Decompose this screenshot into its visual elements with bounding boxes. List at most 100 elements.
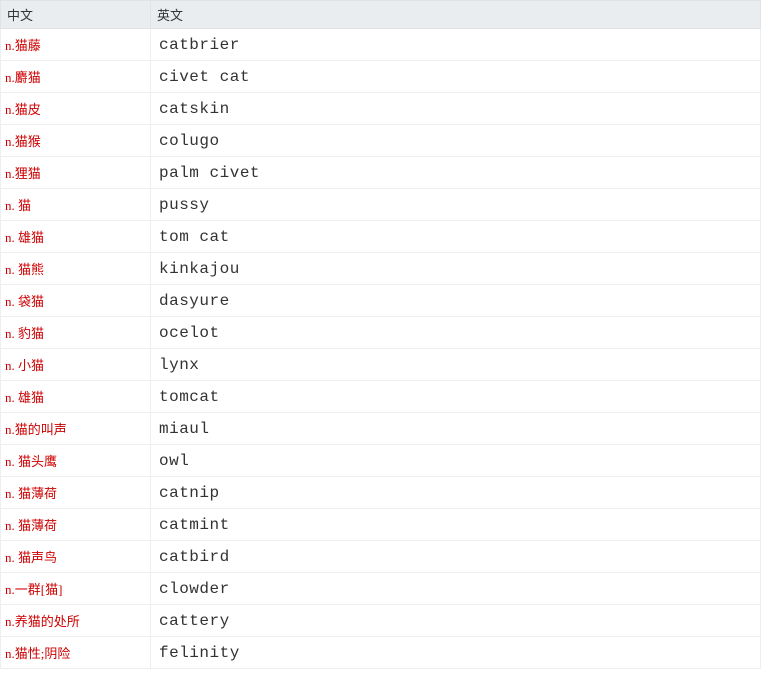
english-cell: cattery [151,605,761,637]
chinese-word: 雄猫 [15,230,44,245]
table-row: n.一群[猫]clowder [1,573,761,605]
chinese-word: 猫声鸟 [15,550,57,565]
english-cell: catbird [151,541,761,573]
part-of-speech: n. [5,70,15,85]
chinese-cell: n.养猫的处所 [1,605,151,637]
chinese-cell: n. 雄猫 [1,221,151,253]
part-of-speech: n. [5,518,15,533]
chinese-word: 袋猫 [15,294,44,309]
english-cell: catskin [151,93,761,125]
english-cell: catmint [151,509,761,541]
chinese-word: 猫猴 [15,134,41,149]
chinese-word: 猫性;阴险 [15,646,71,661]
english-cell: catbrier [151,29,761,61]
chinese-word: 雄猫 [15,390,44,405]
english-cell: pussy [151,189,761,221]
part-of-speech: n. [5,230,15,245]
chinese-word: 猫皮 [15,102,41,117]
chinese-word: 豹猫 [15,326,44,341]
table-row: n. 小猫lynx [1,349,761,381]
part-of-speech: n. [5,198,15,213]
table-row: n.猫皮catskin [1,93,761,125]
part-of-speech: n. [5,550,15,565]
table-row: n.猫的叫声miaul [1,413,761,445]
english-cell: palm civet [151,157,761,189]
part-of-speech: n. [5,166,15,181]
chinese-cell: n. 雄猫 [1,381,151,413]
part-of-speech: n. [5,358,15,373]
part-of-speech: n. [5,262,15,277]
chinese-word: 猫头鹰 [15,454,57,469]
english-cell: felinity [151,637,761,669]
table-row: n. 猫薄荷catnip [1,477,761,509]
english-cell: dasyure [151,285,761,317]
chinese-word: 猫薄荷 [15,486,57,501]
table-row: n.猫性;阴险felinity [1,637,761,669]
table-row: n.猫猴colugo [1,125,761,157]
chinese-word: 一群[猫] [15,582,63,597]
english-cell: ocelot [151,317,761,349]
english-cell: owl [151,445,761,477]
part-of-speech: n. [5,294,15,309]
part-of-speech: n. [5,454,15,469]
table-row: n. 猫头鹰owl [1,445,761,477]
table-row: n.麝猫civet cat [1,61,761,93]
table-row: n. 袋猫dasyure [1,285,761,317]
chinese-cell: n.麝猫 [1,61,151,93]
chinese-cell: n. 豹猫 [1,317,151,349]
chinese-cell: n. 袋猫 [1,285,151,317]
part-of-speech: n. [5,486,15,501]
chinese-cell: n. 猫声鸟 [1,541,151,573]
table-row: n. 雄猫tomcat [1,381,761,413]
part-of-speech: n. [5,646,15,661]
table-row: n.狸猫palm civet [1,157,761,189]
table-row: n. 猫 pussy [1,189,761,221]
part-of-speech: n. [5,614,15,629]
table-row: n. 猫熊kinkajou [1,253,761,285]
chinese-word: 养猫的处所 [15,614,80,629]
chinese-cell: n. 小猫 [1,349,151,381]
part-of-speech: n. [5,326,15,341]
table-row: n. 猫声鸟catbird [1,541,761,573]
chinese-word: 麝猫 [15,70,41,85]
part-of-speech: n. [5,390,15,405]
chinese-cell: n.猫猴 [1,125,151,157]
chinese-cell: n.一群[猫] [1,573,151,605]
table-row: n. 豹猫ocelot [1,317,761,349]
chinese-word: 猫藤 [15,38,41,53]
chinese-word: 猫的叫声 [15,422,67,437]
english-cell: catnip [151,477,761,509]
english-cell: kinkajou [151,253,761,285]
chinese-cell: n. 猫薄荷 [1,477,151,509]
part-of-speech: n. [5,38,15,53]
table-row: n. 猫薄荷catmint [1,509,761,541]
chinese-word: 猫 [15,198,31,213]
part-of-speech: n. [5,102,15,117]
chinese-cell: n.猫藤 [1,29,151,61]
english-cell: clowder [151,573,761,605]
english-cell: tomcat [151,381,761,413]
chinese-cell: n.猫的叫声 [1,413,151,445]
chinese-cell: n. 猫熊 [1,253,151,285]
chinese-cell: n. 猫薄荷 [1,509,151,541]
chinese-cell: n.狸猫 [1,157,151,189]
chinese-word: 猫薄荷 [15,518,57,533]
english-cell: tom cat [151,221,761,253]
chinese-word: 猫熊 [15,262,44,277]
chinese-cell: n.猫皮 [1,93,151,125]
table-row: n. 雄猫tom cat [1,221,761,253]
part-of-speech: n. [5,582,15,597]
chinese-cell: n. 猫头鹰 [1,445,151,477]
chinese-word: 小猫 [15,358,44,373]
table-body: n.猫藤catbriern.麝猫civet catn.猫皮catskinn.猫猴… [1,29,761,669]
table-row: n.养猫的处所cattery [1,605,761,637]
chinese-cell: n.猫性;阴险 [1,637,151,669]
header-chinese: 中文 [1,1,151,29]
header-english: 英文 [151,1,761,29]
part-of-speech: n. [5,422,15,437]
table-row: n.猫藤catbrier [1,29,761,61]
english-cell: civet cat [151,61,761,93]
english-cell: colugo [151,125,761,157]
english-cell: miaul [151,413,761,445]
english-cell: lynx [151,349,761,381]
